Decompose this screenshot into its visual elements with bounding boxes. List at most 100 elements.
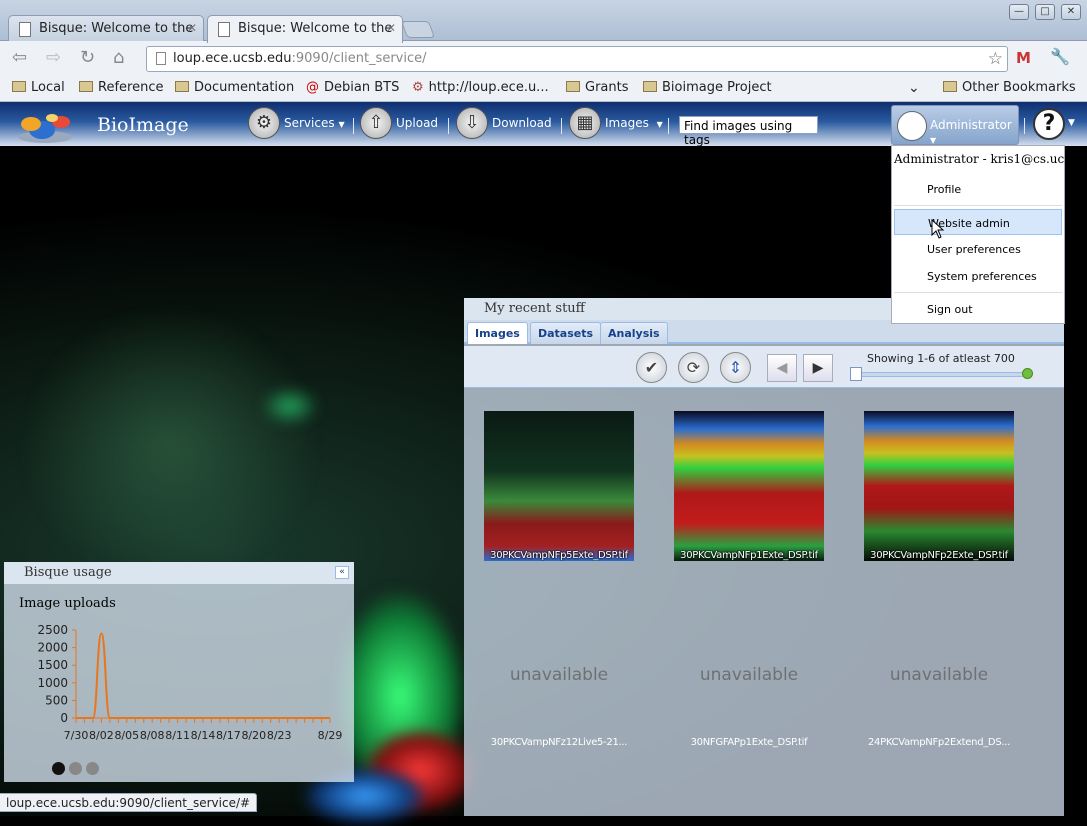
bookmark-reference[interactable]: Reference — [79, 80, 163, 95]
usage-panel: Bisque usage « Image uploads 0 500 1000 150… — [4, 562, 354, 782]
chevron-down-icon[interactable]: ⌄ — [908, 80, 920, 96]
folder-icon — [643, 81, 657, 92]
bookmark-star-icon[interactable]: ☆ — [988, 49, 1003, 69]
browser-tab-1[interactable]: Bisque: Welcome to the ✕ — [8, 15, 204, 42]
close-tab-icon[interactable]: ✕ — [386, 21, 396, 35]
page-dot[interactable] — [69, 762, 82, 775]
bookmark-bioimage-project[interactable]: Bioimage Project — [643, 80, 772, 95]
usage-panel-title: Bisque usage — [4, 562, 354, 584]
close-window-button[interactable]: ✕ — [1061, 4, 1081, 20]
y-tick-label: 0 — [60, 711, 68, 725]
app-brand: BioImage — [97, 114, 189, 136]
status-bar: loup.ece.ucsb.edu:9090/client_service/# — [0, 793, 258, 812]
sort-icon[interactable]: ⇕ — [720, 352, 751, 383]
unavailable-placeholder[interactable]: unavailable — [484, 665, 634, 685]
slider-end-icon[interactable] — [1022, 368, 1033, 379]
x-tick-label: 8/20 — [241, 729, 266, 742]
x-tick-label: 8/02 — [89, 729, 114, 742]
tab-analysis[interactable]: Analysis — [600, 322, 668, 344]
menu-item-website-admin[interactable]: Website admin — [894, 209, 1062, 235]
caret-down-icon: ▼ — [656, 120, 663, 129]
menu-separator — [894, 292, 1062, 293]
menu-item-user-preferences[interactable]: User preferences — [894, 236, 1062, 262]
wrench-icon[interactable]: 🔧 — [1050, 47, 1070, 66]
image-thumbnail[interactable]: 30PKCVampNFp5Exte_DSP.tif — [484, 411, 634, 561]
panel-toolbar: ✔ ⟳ ⇕ ◀ ▶ Showing 1-6 of atleast 700 — [464, 346, 1064, 388]
x-tick-label: 8/11 — [165, 729, 190, 742]
image-thumbnail[interactable]: 30PKCVampNFp2Exte_DSP.tif — [864, 411, 1014, 561]
divider — [668, 118, 669, 134]
x-tick-label: 7/30 — [64, 729, 89, 742]
y-tick-label: 500 — [45, 693, 68, 707]
folder-icon — [12, 81, 26, 92]
address-text: loup.ece.ucsb.edu:9090/client_service/ — [173, 51, 427, 66]
close-tab-icon[interactable]: ✕ — [187, 21, 197, 35]
reload-icon[interactable]: ↻ — [80, 47, 95, 68]
browser-titlebar: Bisque: Welcome to the ✕ Bisque: Welcome… — [0, 0, 1087, 43]
unavailable-placeholder[interactable]: unavailable — [674, 665, 824, 685]
paging-status: Showing 1-6 of atleast 700 — [867, 352, 1015, 365]
user-dropdown-menu: Administrator - kris1@cs.ucsb.edu Profil… — [891, 145, 1087, 324]
paging-slider[interactable] — [852, 372, 1030, 377]
new-tab-button[interactable] — [400, 21, 436, 38]
select-all-icon[interactable]: ✔ — [636, 352, 667, 383]
x-tick-label: 8/29 — [318, 729, 343, 742]
refresh-icon[interactable]: ⟳ — [678, 352, 709, 383]
image-thumbnail[interactable]: 30PKCVampNFp1Exte_DSP.tif — [674, 411, 824, 561]
help-icon[interactable]: ? — [1033, 108, 1065, 140]
maximize-button[interactable]: □ — [1035, 4, 1055, 20]
menu-item-system-preferences[interactable]: System preferences — [894, 263, 1062, 289]
back-icon[interactable]: ⇦ — [12, 47, 27, 68]
bookmark-documentation[interactable]: Documentation — [175, 80, 294, 95]
bookmark-grants[interactable]: Grants — [566, 80, 629, 95]
address-bar[interactable]: loup.ece.ucsb.edu:9090/client_service/ ☆ — [146, 46, 1008, 72]
download-icon: ⇩ — [456, 107, 488, 139]
page-dot-active[interactable] — [52, 762, 65, 775]
unavailable-placeholder[interactable]: unavailable — [864, 665, 1014, 685]
menu-separator — [894, 205, 1062, 206]
debian-icon: @ — [306, 80, 319, 95]
y-tick-label: 2500 — [37, 623, 68, 637]
bookmark-debian-bts[interactable]: @ Debian BTS — [306, 80, 399, 95]
user-menu-button[interactable]: Administrator ▼ — [891, 105, 1019, 145]
forward-icon[interactable]: ⇨ — [46, 47, 61, 68]
menu-item-sign-out[interactable]: Sign out — [894, 296, 1062, 322]
menu-item-profile[interactable]: Profile — [894, 176, 1062, 202]
minimize-button[interactable]: — — [1009, 4, 1029, 20]
home-icon[interactable]: ⌂ — [113, 47, 124, 68]
divider — [448, 118, 449, 134]
recent-stuff-panel: My recent stuff Images Datasets Analysis… — [464, 298, 1064, 816]
image-name: 24PKCVampNFp2Extend_DS... — [867, 737, 1011, 748]
tab-title: Bisque: Welcome to the — [39, 21, 194, 36]
bookmarks-bar: Local Reference Documentation @ Debian BT… — [0, 75, 1087, 102]
x-tick-label: 8/05 — [114, 729, 139, 742]
folder-icon — [175, 81, 189, 92]
folder-icon — [943, 81, 957, 92]
x-tick-label: 8/08 — [140, 729, 165, 742]
caret-down-icon[interactable]: ▼ — [1068, 118, 1075, 128]
bookmark-other[interactable]: Other Bookmarks — [943, 80, 1076, 95]
y-tick-label: 1500 — [37, 658, 68, 672]
tab-datasets[interactable]: Datasets — [530, 322, 602, 344]
prev-page-button[interactable]: ◀ — [767, 354, 797, 382]
tag-search-input[interactable]: Find images using tags — [679, 116, 818, 147]
divider — [1024, 118, 1025, 134]
tab-images[interactable]: Images — [467, 322, 528, 344]
image-name: 30PKCVampNFz12Live5-21... — [490, 737, 628, 748]
gmail-icon[interactable]: M — [1016, 49, 1036, 67]
image-name: 30NFGFAPp1Exte_DSP.tif — [690, 737, 808, 748]
page-dot[interactable] — [86, 762, 99, 775]
slider-thumb[interactable] — [850, 367, 862, 381]
user-menu-header: Administrator - kris1@cs.ucsb.edu — [894, 152, 1087, 166]
browser-tab-2[interactable]: Bisque: Welcome to the ✕ — [207, 15, 403, 43]
bookmark-loup[interactable]: ⚙ http://loup.ece.u... — [412, 80, 549, 95]
page-icon — [218, 22, 230, 37]
divider — [353, 118, 354, 134]
image-name: 30PKCVampNFp2Exte_DSP.tif — [870, 550, 1008, 561]
y-tick-label: 2000 — [37, 641, 68, 655]
collapse-icon[interactable]: « — [335, 566, 349, 579]
folder-icon — [79, 81, 93, 92]
y-tick-label: 1000 — [37, 676, 68, 690]
next-page-button[interactable]: ▶ — [803, 354, 833, 382]
bookmark-local[interactable]: Local — [12, 80, 65, 95]
